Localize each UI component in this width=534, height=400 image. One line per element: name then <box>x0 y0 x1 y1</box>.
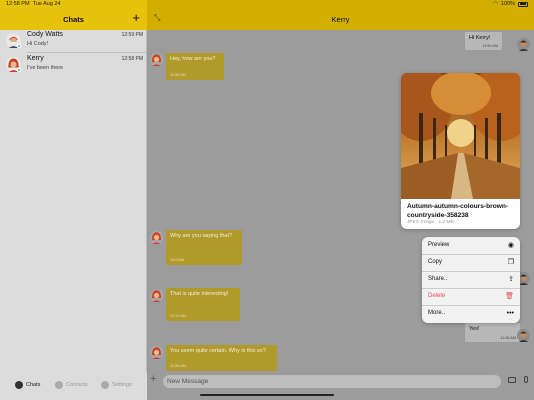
ellipsis-icon: ••• <box>506 310 514 317</box>
menu-item-copy[interactable]: Copy ❐ <box>422 254 520 271</box>
chat-title: Kerry <box>331 15 350 24</box>
menu-item-label: Delete <box>428 293 446 299</box>
wifi-icon: ◠ <box>493 1 498 7</box>
tab-label: Settings <box>112 382 132 388</box>
message-time: 11:38 AM <box>170 364 186 368</box>
avatar-self <box>517 329 530 342</box>
message-time: 11:36 AM <box>500 336 516 340</box>
sidebar-title: Chats <box>63 15 84 24</box>
message-text: Why are you saying that? <box>170 233 233 239</box>
home-indicator <box>200 394 334 396</box>
avatar-self <box>517 38 530 51</box>
trash-icon: 🗑 <box>505 293 514 300</box>
status-time: 12:58 PM Tue Aug 24 <box>6 1 61 7</box>
chat-name: Kerry <box>27 55 44 62</box>
tab-contacts[interactable]: Contacts <box>55 381 88 389</box>
image-attachment-preview[interactable]: Autumn-autumn-colours-brown-countryside-… <box>401 73 520 229</box>
battery-percent: 100% <box>500 1 515 7</box>
chat-last-message: Hi Cody! <box>27 41 49 47</box>
camera-icon[interactable] <box>508 377 516 383</box>
incoming-message[interactable]: That is quite interesting! 11:12 AM <box>166 288 240 321</box>
share-icon: ⇪ <box>508 276 514 283</box>
menu-item-preview[interactable]: Preview ◉ <box>422 237 520 254</box>
message-text: You seem quite certain. Why is this so? <box>170 348 266 354</box>
gear-icon <box>101 381 109 389</box>
avatar-kerry <box>150 231 163 244</box>
menu-item-label: Preview <box>428 242 450 248</box>
chat-last-message: I've been there <box>27 65 64 71</box>
chat-time: 12:59 PM <box>121 32 143 38</box>
chat-list-sidebar: Chats + Cody Watts Hi Cody! 12:59 PM Ker… <box>0 0 147 400</box>
menu-item-more[interactable]: More.. ••• <box>422 305 520 322</box>
message-text: That is quite interesting! <box>170 291 229 297</box>
menu-item-label: Copy <box>428 259 443 265</box>
message-composer: + <box>147 372 534 392</box>
message-input[interactable] <box>163 375 501 388</box>
eye-icon: ◉ <box>507 242 514 249</box>
message-time: 11:50 AM <box>482 44 498 48</box>
menu-item-label: More.. <box>428 310 446 316</box>
menu-item-share[interactable]: Share.. ⇪ <box>422 271 520 288</box>
tab-label: Contacts <box>66 382 88 388</box>
chat-time: 12:58 PM <box>121 56 143 62</box>
chat-bubbles-icon <box>15 381 23 389</box>
attachment-filename: Autumn-autumn-colours-brown-countryside-… <box>407 203 509 219</box>
message-time: 11:12 AM <box>170 314 186 318</box>
menu-item-label: Share.. <box>428 276 448 282</box>
avatar-kerry <box>150 53 163 66</box>
autumn-road-image <box>401 73 520 199</box>
tab-label: Chats <box>26 382 41 388</box>
outgoing-message[interactable]: Yes! 11:36 AM <box>465 323 520 342</box>
status-dot <box>17 68 21 72</box>
divider <box>27 52 146 53</box>
outgoing-message[interactable]: Hi Kerry! 11:50 AM <box>465 32 502 50</box>
message-time: 11:30 AM <box>170 73 186 77</box>
message-time: 10:0 AM <box>170 258 184 262</box>
status-dot <box>17 44 21 48</box>
tab-chats[interactable]: Chats <box>15 381 40 389</box>
attachment-meta: JPEG Image · 1.2 MB <box>407 220 454 225</box>
microphone-icon[interactable] <box>524 376 528 383</box>
tab-bar: Chats Contacts Settings <box>0 372 147 400</box>
chat-name: Cody Watts <box>27 31 63 38</box>
compose-plus-icon[interactable]: + <box>132 11 140 24</box>
chat-list-item-kerry[interactable]: Kerry I've been there 12:58 PM <box>0 54 147 79</box>
incoming-message[interactable]: Hey, how are you? 11:30 AM <box>166 53 224 80</box>
tab-settings[interactable]: Settings <box>101 381 132 389</box>
status-right: ◠ 100% <box>493 1 528 7</box>
message-text: Hey, how are you? <box>170 56 216 62</box>
battery-icon <box>518 1 528 7</box>
menu-item-delete[interactable]: Delete 🗑 <box>422 288 520 305</box>
status-bar: 12:58 PM Tue Aug 24 ◠ 100% <box>0 0 534 9</box>
avatar-kerry <box>150 346 163 359</box>
copy-icon: ❐ <box>507 259 514 266</box>
avatar-kerry <box>150 289 163 302</box>
incoming-message[interactable]: You seem quite certain. Why is this so? … <box>166 345 277 371</box>
person-icon <box>55 381 63 389</box>
message-text: Yes! <box>469 326 480 332</box>
message-text: Hi Kerry! <box>469 35 491 41</box>
incoming-message[interactable]: Why are you saying that? 10:0 AM <box>166 230 242 265</box>
context-menu: Preview ◉ Copy ❐ Share.. ⇪ Delete 🗑 More… <box>422 237 520 323</box>
add-attachment-plus-icon[interactable]: + <box>150 374 156 385</box>
